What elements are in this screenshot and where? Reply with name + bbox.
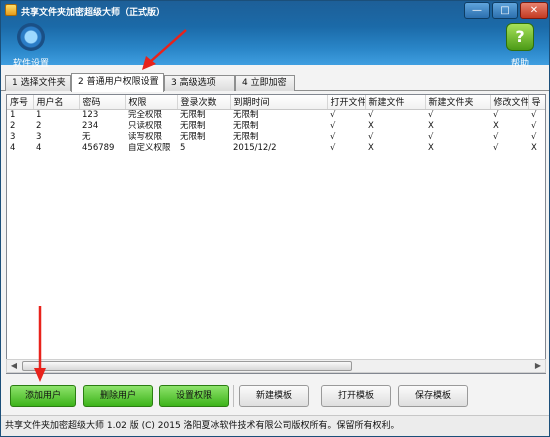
cell-open-file: √ — [330, 109, 336, 120]
column-header[interactable]: 修改文件 — [490, 95, 529, 110]
column-header[interactable]: 导 — [528, 95, 545, 110]
delete-user-button[interactable]: 删除用户 — [83, 385, 153, 407]
cell-permission: 读写权限 — [128, 131, 163, 142]
cell-new-file: √ — [368, 109, 374, 120]
user-permission-table[interactable]: 序号 用户名 密码 权限 登录次数 到期时间 打开文件 新建文件 新建文件夹 修… — [6, 94, 546, 374]
cell-expiry: 无限制 — [233, 120, 259, 131]
window-title: 共享文件夹加密超级大师（正式版） — [21, 8, 166, 18]
status-bar: 共享文件夹加密超级大师 1.02 版 (C) 2015 洛阳夏冰软件技术有限公司… — [1, 415, 549, 436]
cell-username: 3 — [36, 131, 42, 142]
cell-permission: 完全权限 — [128, 109, 163, 120]
cell-export: √ — [531, 120, 537, 131]
column-header[interactable]: 打开文件 — [327, 95, 366, 110]
tab-encrypt-now[interactable]: 4 立即加密 — [235, 75, 295, 91]
column-header[interactable]: 密码 — [79, 95, 126, 110]
cell-permission: 只读权限 — [128, 120, 163, 131]
cell-login-count: 无限制 — [180, 109, 206, 120]
cell-export: √ — [531, 131, 537, 142]
set-permission-button[interactable]: 设置权限 — [159, 385, 229, 407]
cell-open-file: √ — [330, 120, 336, 131]
cell-password: 234 — [82, 120, 99, 131]
scroll-thumb[interactable] — [22, 361, 352, 371]
cell-export: X — [531, 142, 537, 153]
close-button[interactable]: ✕ — [520, 2, 548, 19]
open-template-button[interactable]: 打开模板 — [321, 385, 391, 407]
table-row[interactable]: 2 2 234 只读权限 无限制 无限制 √ X X X √ — [7, 120, 545, 132]
scroll-right-icon[interactable]: ▶ — [531, 360, 545, 372]
cell-new-file: X — [368, 142, 374, 153]
cell-username: 1 — [36, 109, 42, 120]
cell-username: 4 — [36, 142, 42, 153]
new-template-button[interactable]: 新建模板 — [239, 385, 309, 407]
cell-new-folder: X — [428, 142, 434, 153]
cell-password: 123 — [82, 109, 99, 120]
cell-open-file: √ — [330, 142, 336, 153]
cell-open-file: √ — [330, 131, 336, 142]
cell-new-file: √ — [368, 131, 374, 142]
column-header[interactable]: 新建文件夹 — [425, 95, 491, 110]
cell-new-folder: √ — [428, 131, 434, 142]
cell-login-count: 无限制 — [180, 131, 206, 142]
column-header[interactable]: 新建文件 — [365, 95, 426, 110]
help-tool-button[interactable]: ? 帮助 — [490, 23, 550, 69]
cell-password: 456789 — [82, 142, 115, 153]
column-header[interactable]: 序号 — [7, 95, 34, 110]
table-row[interactable]: 4 4 456789 自定义权限 5 2015/12/2 √ X X √ X — [7, 142, 545, 154]
cell-index: 3 — [10, 131, 16, 142]
minimize-button[interactable]: — — [464, 2, 490, 19]
tab-user-permissions[interactable]: 2 普通用户权限设置 — [71, 73, 164, 92]
cell-expiry: 无限制 — [233, 109, 259, 120]
column-header[interactable]: 用户名 — [33, 95, 80, 110]
maximize-button[interactable]: □ — [492, 2, 518, 19]
cell-new-folder: √ — [428, 109, 434, 120]
cell-expiry: 无限制 — [233, 131, 259, 142]
cell-modify-file: √ — [493, 109, 499, 120]
title-bar: 共享文件夹加密超级大师（正式版） — □ ✕ 软件设置 ? 帮助 — [1, 1, 549, 69]
cell-export: √ — [531, 109, 537, 120]
cell-index: 2 — [10, 120, 16, 131]
settings-label: 软件设置 — [12, 59, 49, 69]
cell-index: 4 — [10, 142, 16, 153]
help-label: 帮助 — [510, 59, 529, 69]
cell-expiry: 2015/12/2 — [233, 142, 277, 153]
gear-icon — [17, 23, 45, 51]
tab-advanced-options[interactable]: 3 高级选项 — [164, 75, 235, 91]
main-window: 共享文件夹加密超级大师（正式版） — □ ✕ 软件设置 ? 帮助 1 选择文件夹… — [0, 0, 550, 437]
tab-select-folder[interactable]: 1 选择文件夹 — [5, 75, 71, 91]
column-header[interactable]: 到期时间 — [230, 95, 328, 110]
cell-modify-file: X — [493, 120, 499, 131]
horizontal-scrollbar[interactable]: ◀ ▶ — [6, 359, 546, 373]
cell-index: 1 — [10, 109, 16, 120]
scroll-left-icon[interactable]: ◀ — [7, 360, 21, 372]
add-user-button[interactable]: 添加用户 — [10, 385, 76, 407]
column-header[interactable]: 登录次数 — [177, 95, 231, 110]
cell-new-folder: X — [428, 120, 434, 131]
app-icon — [5, 4, 17, 16]
button-divider — [233, 385, 234, 407]
cell-username: 2 — [36, 120, 42, 131]
settings-tool-button[interactable]: 软件设置 — [1, 23, 61, 69]
cell-login-count: 无限制 — [180, 120, 206, 131]
cell-permission: 自定义权限 — [128, 142, 171, 153]
cell-login-count: 5 — [180, 142, 186, 153]
cell-modify-file: √ — [493, 131, 499, 142]
cell-password: 无 — [82, 131, 91, 142]
cell-new-file: X — [368, 120, 374, 131]
save-template-button[interactable]: 保存模板 — [398, 385, 468, 407]
cell-modify-file: √ — [493, 142, 499, 153]
table-row[interactable]: 1 1 123 完全权限 无限制 无限制 √ √ √ √ √ — [7, 109, 545, 121]
tab-strip: 1 选择文件夹 2 普通用户权限设置 3 高级选项 4 立即加密 — [1, 73, 549, 92]
column-header[interactable]: 权限 — [125, 95, 178, 110]
table-header-row: 序号 用户名 密码 权限 登录次数 到期时间 打开文件 新建文件 新建文件夹 修… — [7, 95, 545, 110]
table-row[interactable]: 3 3 无 读写权限 无限制 无限制 √ √ √ √ √ — [7, 131, 545, 143]
help-icon: ? — [506, 23, 534, 51]
